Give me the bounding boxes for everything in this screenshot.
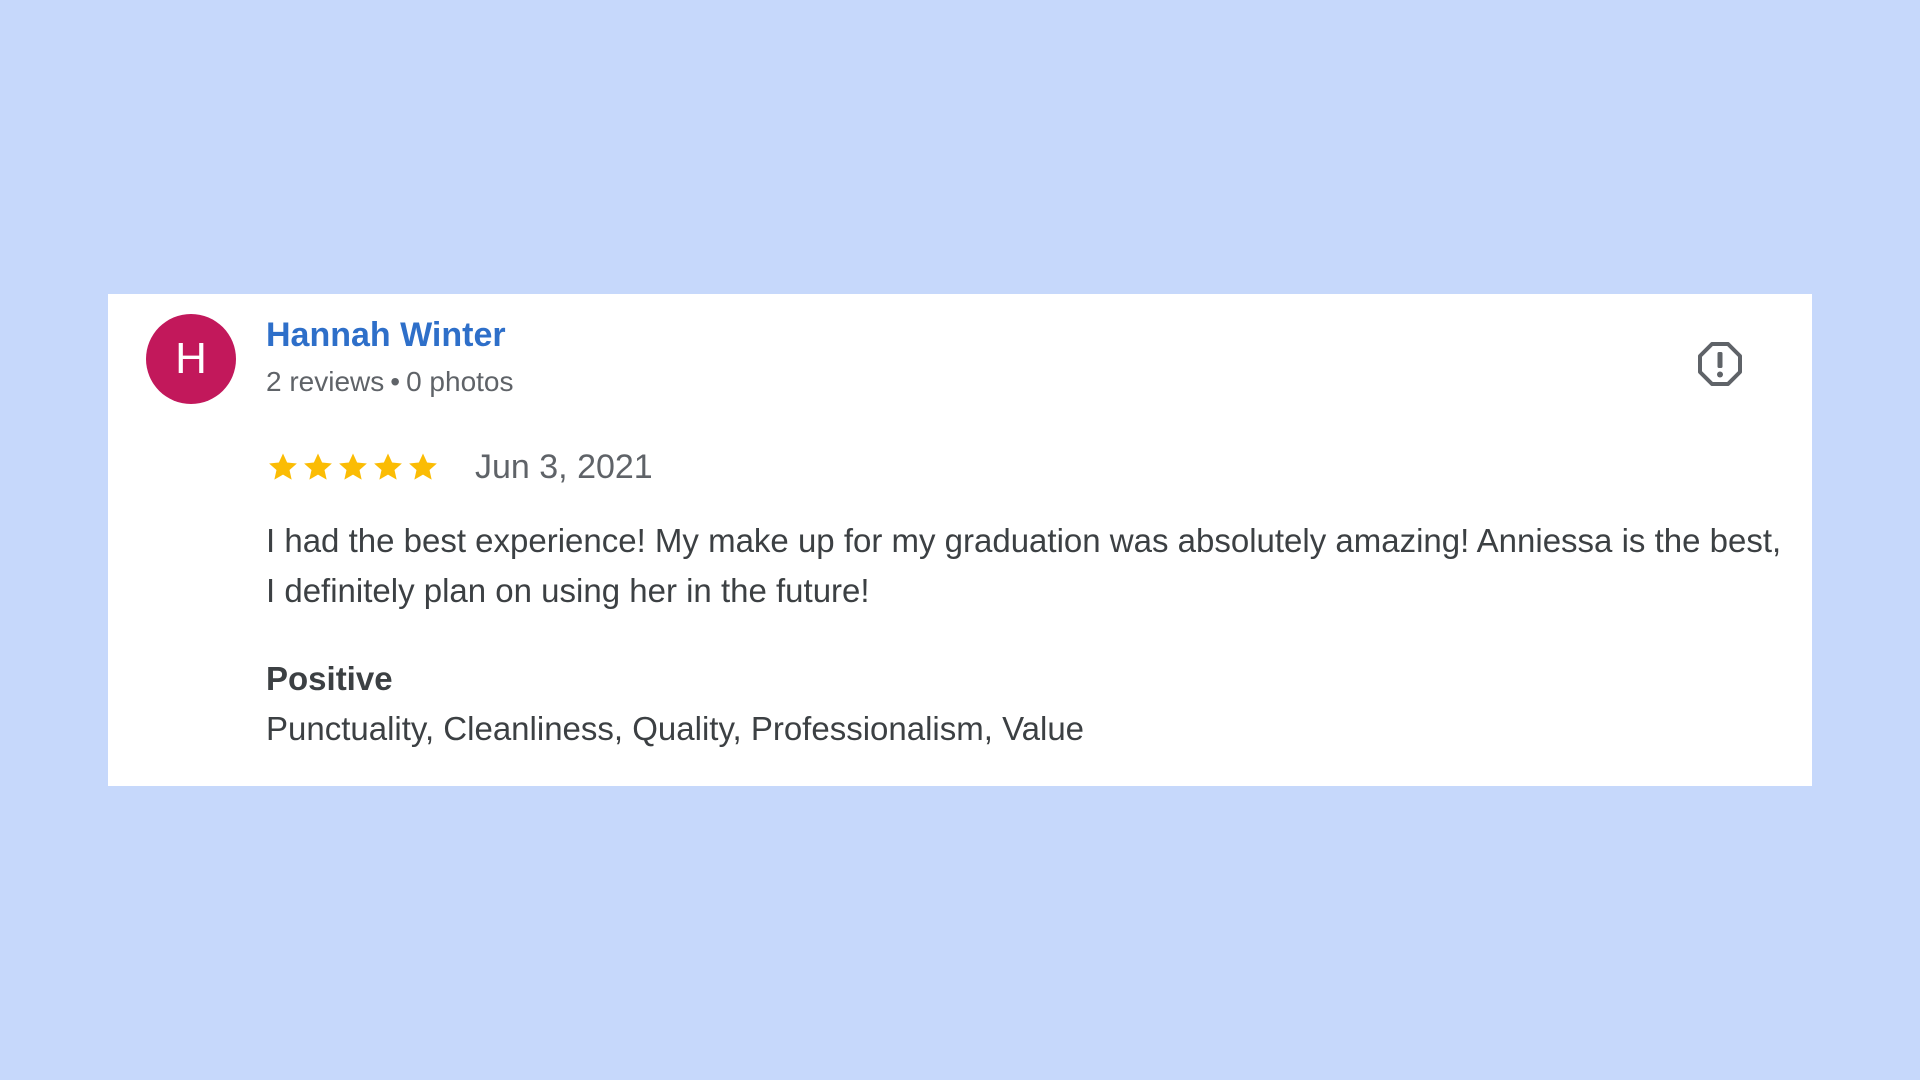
- review-date: Jun 3, 2021: [475, 447, 653, 486]
- photos-count: 0 photos: [406, 366, 514, 397]
- star-icon: [269, 453, 297, 480]
- positive-heading: Positive: [266, 660, 393, 697]
- author-meta: 2 reviews • 0 photos: [266, 366, 514, 398]
- star-icon: [374, 453, 402, 480]
- meta-separator: •: [390, 366, 401, 397]
- star-icon: [409, 453, 437, 480]
- star-icon: [304, 453, 332, 480]
- avatar[interactable]: H: [146, 314, 236, 404]
- positive-attributes: Punctuality, Cleanliness, Quality, Profe…: [266, 710, 1085, 747]
- review-text: I had the best experience! My make up fo…: [266, 522, 1782, 609]
- review-card: H Hannah Winter 2 reviews • 0 photos Jun 3…: [108, 294, 1812, 786]
- star-icon: [339, 453, 367, 480]
- rating-row: Jun 3, 2021: [266, 446, 653, 488]
- reviews-count: 2 reviews: [266, 366, 385, 397]
- author-name-link[interactable]: Hannah Winter: [266, 316, 506, 355]
- report-flag-icon[interactable]: [1696, 340, 1744, 388]
- star-rating: [266, 450, 441, 484]
